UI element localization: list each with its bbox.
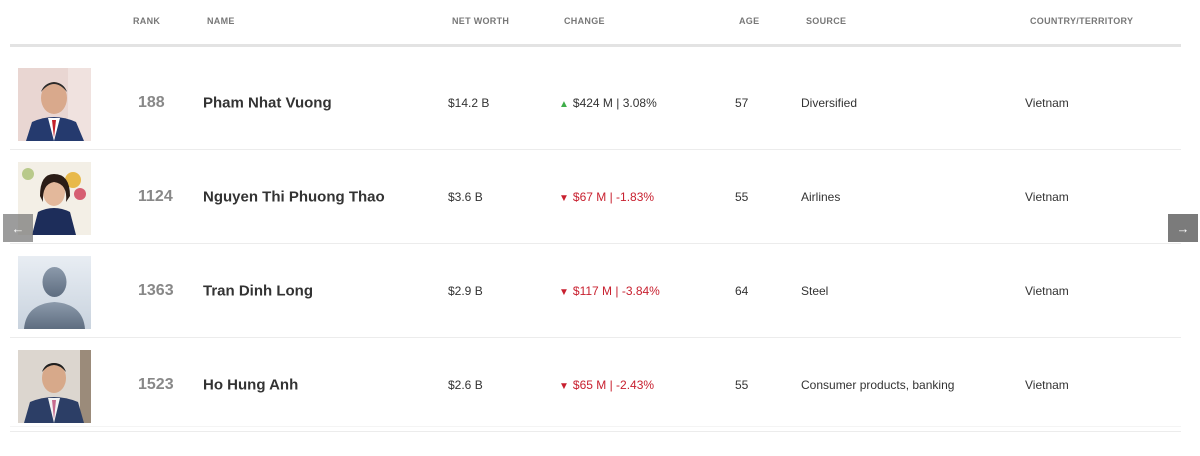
rank-value: 1363 (138, 281, 174, 299)
source-value: Consumer products, banking (801, 377, 955, 392)
age-value: 57 (735, 95, 749, 110)
column-header-age[interactable]: AGE (739, 16, 759, 26)
net-worth-value: $14.2 B (448, 95, 490, 110)
person-name-link[interactable]: Tran Dinh Long (203, 282, 313, 299)
change-value: ▼ $65 M | -2.43% (559, 378, 654, 392)
next-page-button[interactable]: → (1168, 214, 1198, 242)
table-row[interactable]: 188 Pham Nhat Vuong $14.2 B ▲ $424 M | 3.… (10, 56, 1181, 150)
column-header-net-worth[interactable]: NET WORTH (452, 16, 509, 26)
source-value: Diversified (801, 95, 858, 110)
country-value: Vietnam (1025, 189, 1069, 204)
change-value: ▲ $424 M | 3.08% (559, 96, 657, 110)
arrow-right-icon: → (1176, 220, 1190, 236)
country-value: Vietnam (1025, 95, 1069, 110)
avatar[interactable] (18, 350, 91, 423)
net-worth-value: $3.6 B (448, 189, 483, 204)
change-value: ▼ $117 M | -3.84% (559, 284, 660, 298)
avatar[interactable] (18, 68, 91, 141)
age-value: 55 (735, 189, 749, 204)
change-text: $67 M | -1.83% (572, 189, 655, 204)
arrow-left-icon: ← (11, 220, 25, 236)
change-text: $424 M | 3.08% (572, 95, 657, 110)
rank-value: 1523 (138, 375, 174, 393)
column-header-source[interactable]: SOURCE (806, 16, 846, 26)
avatar[interactable] (18, 256, 91, 329)
table-row[interactable]: 1363 Tran Dinh Long $2.9 B ▼ $117 M | -3.… (10, 244, 1181, 338)
age-value: 64 (735, 283, 749, 298)
arrow-down-icon: ▼ (559, 192, 569, 204)
column-header-name[interactable]: NAME (207, 16, 235, 26)
column-header-country[interactable]: COUNTRY/TERRITORY (1030, 16, 1133, 26)
table-bottom-divider (10, 426, 1181, 432)
previous-page-button[interactable]: ← (3, 214, 33, 242)
source-value: Steel (801, 283, 829, 298)
net-worth-value: $2.6 B (448, 377, 483, 392)
age-value: 55 (735, 377, 749, 392)
country-value: Vietnam (1025, 377, 1069, 392)
person-name-link[interactable]: Ho Hung Anh (203, 376, 298, 393)
column-header-change[interactable]: CHANGE (564, 16, 605, 26)
person-name-link[interactable]: Nguyen Thi Phuong Thao (203, 188, 385, 205)
column-header-rank[interactable]: RANK (133, 16, 160, 26)
net-worth-value: $2.9 B (448, 283, 483, 298)
change-text: $65 M | -2.43% (572, 377, 655, 392)
country-value: Vietnam (1025, 283, 1069, 298)
table-row[interactable]: 1124 Nguyen Thi Phuong Thao $3.6 B ▼ $67 … (10, 150, 1181, 244)
header-divider (10, 44, 1181, 47)
person-name-link[interactable]: Pham Nhat Vuong (203, 94, 332, 111)
source-value: Airlines (801, 189, 841, 204)
table-header: RANK NAME NET WORTH CHANGE AGE SOURCE CO… (0, 0, 1200, 47)
rank-value: 188 (138, 93, 165, 111)
rank-value: 1124 (138, 187, 173, 205)
arrow-down-icon: ▼ (559, 380, 569, 392)
arrow-up-icon: ▲ (559, 98, 569, 110)
billionaires-table: RANK NAME NET WORTH CHANGE AGE SOURCE CO… (0, 0, 1200, 456)
change-text: $117 M | -3.84% (572, 283, 660, 298)
change-value: ▼ $67 M | -1.83% (559, 190, 654, 204)
table-row[interactable]: 1523 Ho Hung Anh $2.6 B ▼ $65 M | -2.43% … (10, 338, 1181, 432)
arrow-down-icon: ▼ (559, 286, 569, 298)
